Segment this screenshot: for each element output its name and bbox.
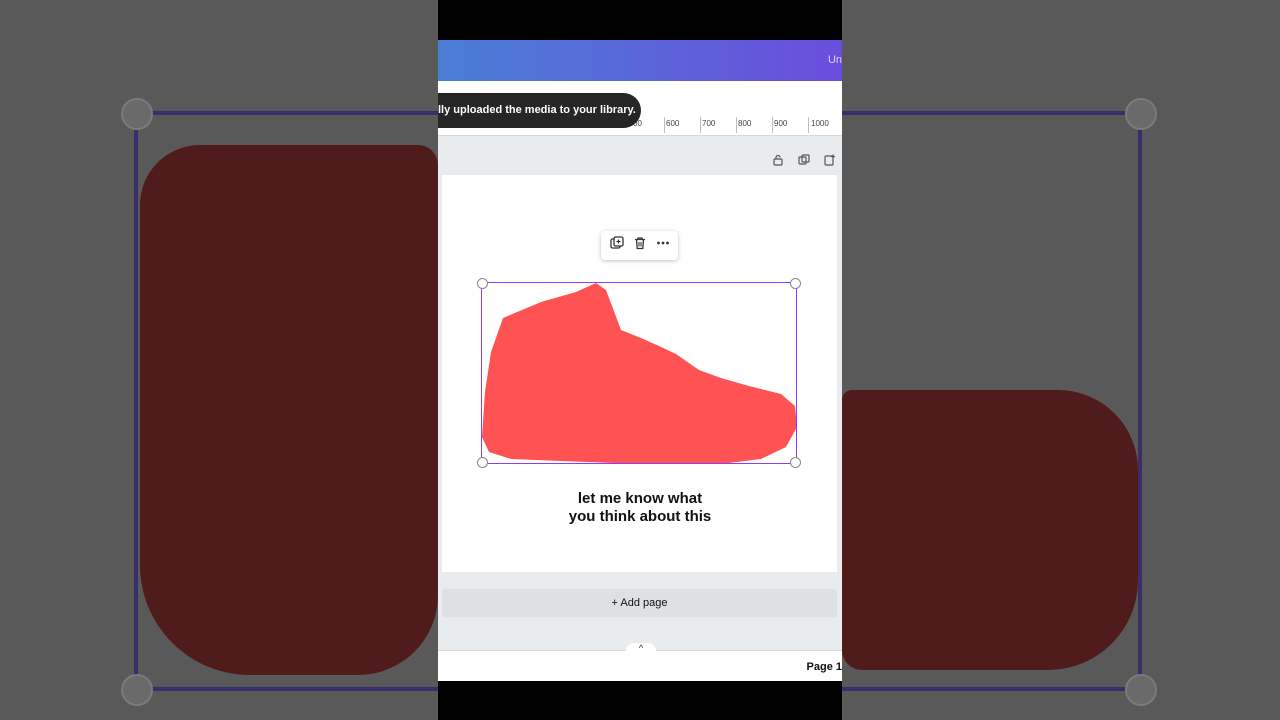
trash-icon[interactable]	[633, 236, 647, 255]
backdrop-handle	[1125, 98, 1157, 130]
backdrop-handle	[121, 98, 153, 130]
backdrop-right	[842, 0, 1280, 720]
backdrop-frame-top	[842, 111, 1140, 115]
add-page-icon[interactable]	[822, 152, 838, 168]
duplicate-page-icon[interactable]	[796, 152, 812, 168]
upload-toast: lly uploaded the media to your library.	[438, 93, 641, 128]
resize-handle[interactable]	[477, 457, 488, 468]
ruler-tick: 700	[702, 119, 716, 128]
backdrop-left	[0, 0, 438, 720]
add-page-button[interactable]: + Add page	[442, 589, 837, 617]
toast-message: lly uploaded the media to your library.	[438, 104, 636, 116]
ruler-tick-line	[736, 117, 737, 133]
ruler-tick: 900	[774, 119, 788, 128]
backdrop-frame-bottom	[136, 687, 438, 691]
page-indicator[interactable]: Page 1	[807, 661, 842, 673]
resize-handle[interactable]	[790, 457, 801, 468]
ruler-tick: 600	[666, 119, 680, 128]
backdrop-shoe	[842, 390, 1138, 670]
backdrop-frame-bottom	[842, 687, 1140, 691]
duplicate-icon[interactable]	[609, 236, 624, 255]
backdrop-frame-left	[134, 113, 138, 691]
ruler-tick-line	[772, 117, 773, 133]
ruler-tick: 800	[738, 119, 752, 128]
chevron-up-icon[interactable]: ^	[626, 643, 656, 653]
bottom-bar: ^ Page 1	[438, 643, 842, 681]
lock-icon[interactable]	[770, 152, 786, 168]
element-context-toolbar	[601, 231, 678, 260]
caption-line: let me know what	[577, 490, 703, 507]
backdrop-frame-top	[136, 111, 438, 115]
ruler-tick-line	[700, 117, 701, 133]
ruler-tick-line	[808, 117, 809, 133]
selection-box[interactable]	[477, 278, 801, 468]
ruler-tick-line	[664, 117, 665, 133]
editor-header: Un	[438, 40, 842, 81]
page-actions	[770, 152, 838, 168]
caption-text[interactable]: let me know what you think about this	[520, 490, 760, 526]
header-right-text[interactable]: Un	[828, 54, 842, 66]
resize-handle[interactable]	[790, 278, 801, 289]
backdrop-handle	[1125, 674, 1157, 706]
resize-handle[interactable]	[477, 278, 488, 289]
backdrop-handle	[121, 674, 153, 706]
caption-line: you think about this	[568, 508, 712, 525]
ruler-tick: 1000	[811, 119, 829, 128]
more-icon[interactable]	[656, 236, 670, 255]
backdrop-shoe	[140, 145, 438, 675]
backdrop-frame-right	[1138, 113, 1142, 691]
